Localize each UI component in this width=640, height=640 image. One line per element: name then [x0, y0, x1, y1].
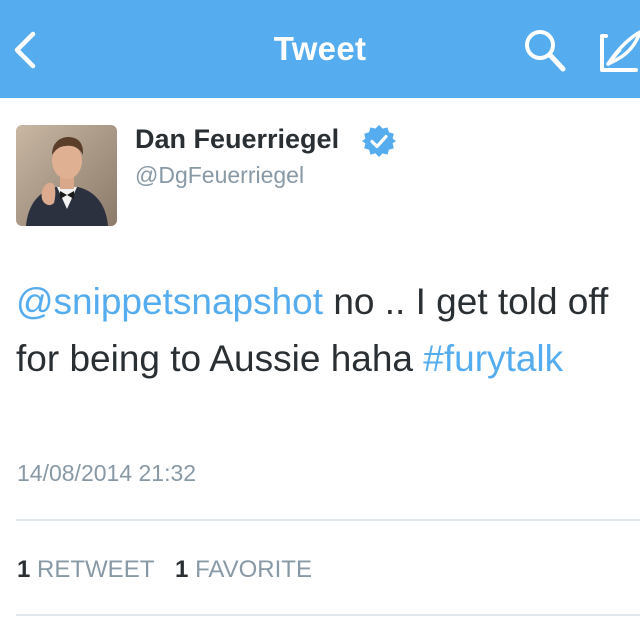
retweets-count: 1 [17, 556, 31, 583]
search-button[interactable] [520, 26, 570, 76]
compose-button[interactable] [596, 24, 640, 76]
hashtag-link[interactable]: #furytalk [423, 338, 563, 379]
author-handle[interactable]: @DgFeuerriegel [135, 162, 304, 189]
tweet-timestamp: 14/08/2014 21:32 [17, 460, 197, 486]
mention-link[interactable]: @snippetsnapshot [16, 281, 323, 322]
retweets-stat[interactable]: 1 RETWEET [17, 556, 154, 584]
favorites-stat[interactable]: 1 FAVORITE [175, 556, 312, 584]
search-icon [525, 30, 566, 72]
navigation-bar: Tweet [0, 0, 640, 98]
tweet-text: @snippetsnapshot no .. I get told off fo… [16, 273, 626, 387]
tweet-stats: 1 RETWEET 1 FAVORITE [17, 556, 312, 584]
retweets-label: RETWEET [37, 556, 155, 583]
favorites-count: 1 [175, 556, 189, 583]
tweet-detail-screen: Tweet Dan Feuerriegel @DgFeuerriegel @sn… [0, 0, 640, 640]
verified-badge-icon [362, 124, 396, 158]
author-name[interactable]: Dan Feuerriegel [135, 124, 339, 155]
profile-photo [16, 125, 117, 226]
divider [16, 519, 640, 521]
favorites-label: FAVORITE [195, 556, 312, 583]
compose-icon [600, 30, 640, 72]
avatar[interactable] [16, 125, 117, 226]
divider [16, 614, 640, 616]
